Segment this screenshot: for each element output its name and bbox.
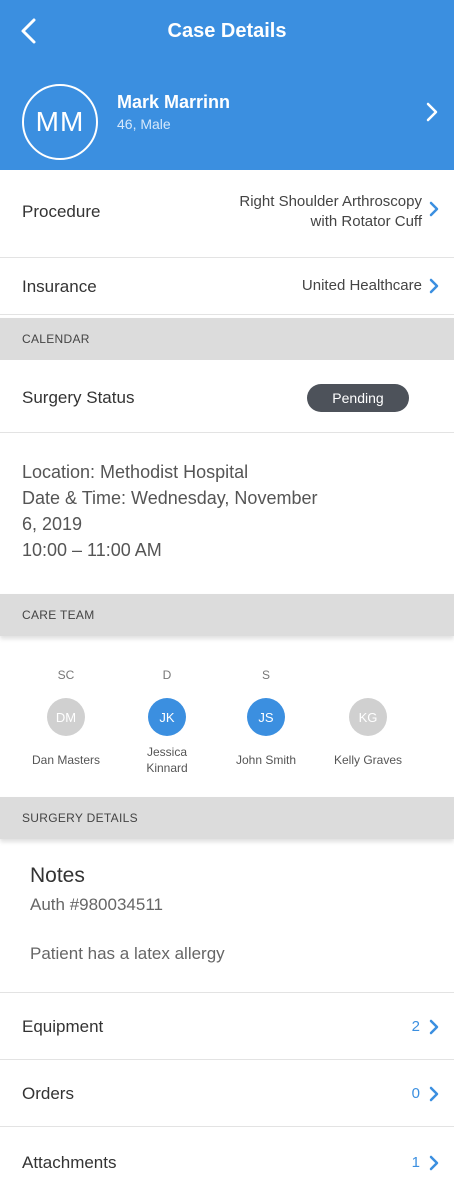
insurance-row[interactable]: Insurance United Healthcare [0, 258, 454, 315]
chevron-right-icon [429, 1086, 439, 1102]
chevron-right-icon [429, 1155, 439, 1171]
team-member[interactable]: D JK Jessica Kinnard [112, 664, 222, 804]
team-member-name: Jessica Kinnard [112, 744, 222, 776]
datetime-text: Date & Time: Wednesday, November [22, 488, 318, 508]
team-member[interactable]: SC DM Dan Masters [11, 664, 121, 804]
team-member[interactable]: KG Kelly Graves [313, 664, 423, 804]
section-title: CALENDAR [22, 332, 90, 346]
section-title: SURGERY DETAILS [22, 811, 138, 825]
team-member-name-line1: Kelly Graves [333, 753, 403, 767]
procedure-row[interactable]: Procedure Right Shoulder Arthroscopy wit… [0, 170, 454, 258]
team-role: D [162, 668, 172, 682]
avatar: JS [247, 698, 285, 736]
team-member-name-line1: John Smith [235, 753, 297, 767]
insurance-value: United Healthcare [301, 277, 422, 294]
attachments-row[interactable]: Attachments 1 [0, 1127, 454, 1198]
orders-row[interactable]: Orders 0 [0, 1060, 454, 1127]
equipment-row[interactable]: Equipment 2 [0, 993, 454, 1060]
avatar: JK [148, 698, 186, 736]
notes-title: Notes [30, 864, 85, 887]
notes-text: Patient has a latex allergy [30, 944, 225, 963]
patient-avatar: MM [22, 84, 98, 160]
orders-count: 0 [411, 1085, 420, 1102]
page-title: Case Details [167, 20, 287, 42]
patient-age-sex: 46, Male [117, 116, 171, 132]
avatar: KG [349, 698, 387, 736]
section-header-calendar: CALENDAR [0, 318, 454, 360]
procedure-label: Procedure [22, 202, 101, 221]
chevron-right-icon [426, 102, 438, 122]
insurance-label: Insurance [22, 277, 97, 296]
section-header-care-team: CARE TEAM [0, 594, 454, 636]
orders-label: Orders [22, 1084, 74, 1103]
case-header: Case Details MM Mark Marrinn 46, Male [0, 0, 454, 170]
chevron-right-icon [429, 278, 439, 294]
procedure-value-line2: with Rotator Cuff [310, 213, 422, 230]
team-member-name: Kelly Graves [313, 752, 423, 768]
status-badge: Pending [307, 384, 409, 412]
avatar: DM [47, 698, 85, 736]
attachments-count: 1 [411, 1154, 420, 1171]
datetime-text-cont: 6, 2019 [22, 514, 83, 534]
nav-bar: Case Details [0, 0, 454, 62]
equipment-count: 2 [411, 1018, 420, 1035]
team-member[interactable]: S JS John Smith [211, 664, 321, 804]
team-member-name-line1: Jessica [146, 745, 187, 759]
section-header-surgery-details: SURGERY DETAILS [0, 797, 454, 839]
team-role: S [261, 668, 270, 682]
surgery-status-label: Surgery Status [22, 388, 135, 407]
section-title: CARE TEAM [22, 608, 95, 622]
chevron-right-icon [429, 1019, 439, 1035]
team-member-name: Dan Masters [11, 752, 121, 768]
attachments-label: Attachments [22, 1153, 117, 1172]
team-member-name-line1: Dan Masters [31, 753, 101, 767]
procedure-value: Right Shoulder Arthroscopy with Rotator … [239, 192, 422, 232]
patient-name: Mark Marrinn [117, 92, 231, 112]
team-role: SC [57, 668, 75, 682]
team-member-name: John Smith [211, 752, 321, 768]
auth-number: Auth #980034511 [30, 895, 163, 914]
equipment-label: Equipment [22, 1017, 104, 1036]
time-text: 10:00 – 11:00 AM [22, 540, 162, 560]
location-text: Location: Methodist Hospital [22, 462, 249, 482]
procedure-value-line1: Right Shoulder Arthroscopy [239, 193, 422, 210]
patient-summary[interactable]: MM Mark Marrinn 46, Male [0, 62, 454, 170]
chevron-right-icon [429, 201, 439, 217]
team-member-name-line2: Kinnard [146, 761, 188, 775]
